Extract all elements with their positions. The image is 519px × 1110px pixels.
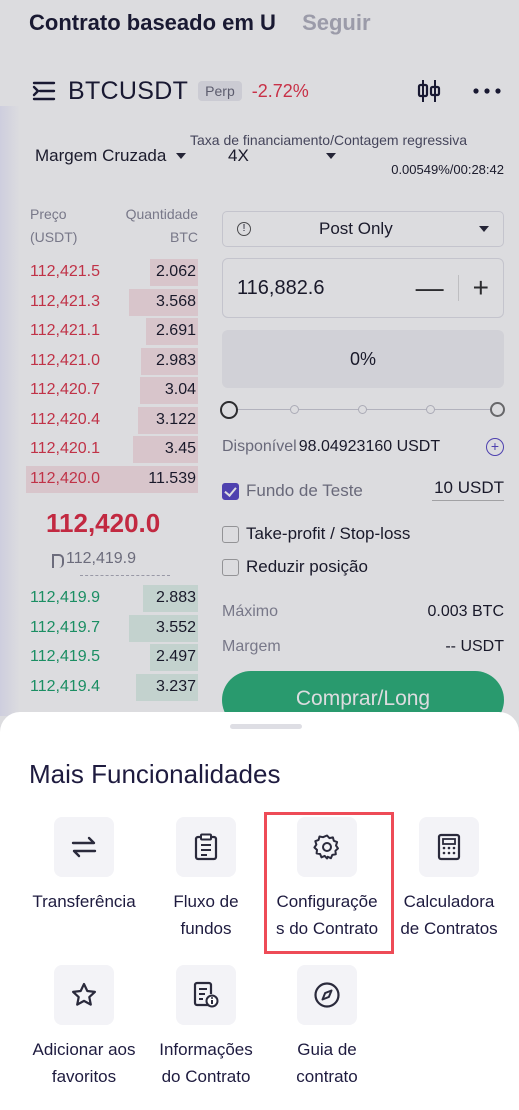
highlight-box xyxy=(264,812,394,954)
feature-contract-info[interactable]: Informações do Contrato xyxy=(143,965,269,1090)
feature-label: Transferência xyxy=(32,892,136,911)
document-info-icon[interactable] xyxy=(176,965,236,1025)
backdrop-decoration xyxy=(0,106,20,716)
transfer-icon[interactable] xyxy=(54,817,114,877)
feature-transfer[interactable]: Transferência xyxy=(21,817,147,915)
compass-icon[interactable] xyxy=(297,965,357,1025)
sheet-title: Mais Funcionalidades xyxy=(29,759,281,789)
more-features-sheet: Mais Funcionalidades Transferência Fluxo… xyxy=(0,712,519,1110)
feature-label: Informações do Contrato xyxy=(159,1040,253,1086)
feature-contract-guide[interactable]: Guia de contrato xyxy=(264,965,390,1090)
feature-label: Adicionar aos favoritos xyxy=(32,1040,136,1086)
clipboard-icon[interactable] xyxy=(176,817,236,877)
star-icon[interactable] xyxy=(54,965,114,1025)
calculator-icon[interactable] xyxy=(419,817,479,877)
feature-fund-flow[interactable]: Fluxo de fundos xyxy=(143,817,269,942)
sheet-drag-handle[interactable] xyxy=(230,724,302,729)
feature-label: Calculadora de Contratos xyxy=(400,892,498,938)
feature-label: Fluxo de fundos xyxy=(173,892,239,938)
feature-contract-calculator[interactable]: Calculadora de Contratos xyxy=(386,817,512,942)
feature-label: Guia de contrato xyxy=(296,1040,358,1086)
feature-add-favorites[interactable]: Adicionar aos favoritos xyxy=(21,965,147,1090)
